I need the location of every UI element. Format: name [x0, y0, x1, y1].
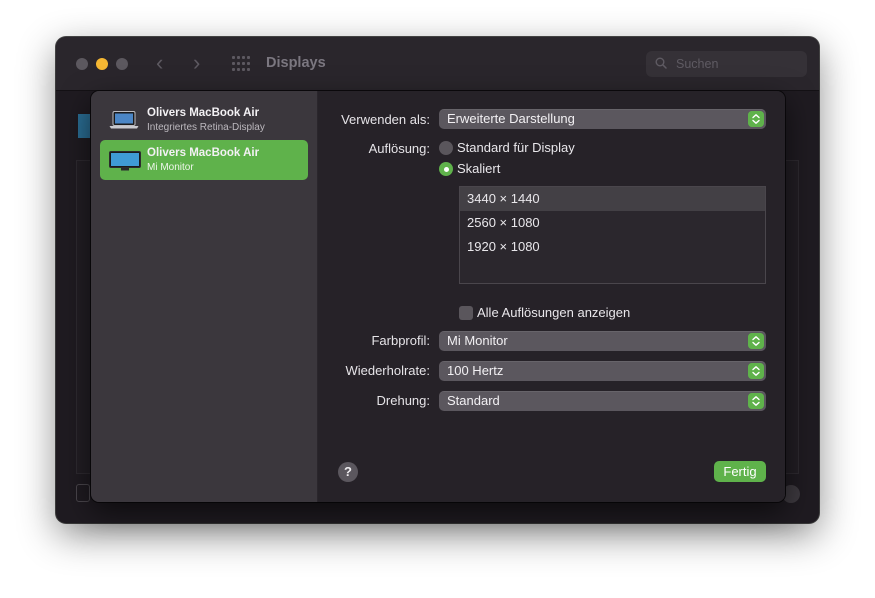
refresh-rate-value: 100 Hertz — [447, 363, 504, 378]
window-title: Displays — [266, 55, 326, 71]
radio-default-for-display-label: Standard für Display — [457, 140, 575, 155]
use-as-value: Erweiterte Darstellung — [447, 111, 575, 126]
help-button[interactable]: ? — [338, 462, 358, 482]
background-display-thumbnail — [78, 114, 90, 138]
chevron-up-down-icon — [748, 333, 764, 349]
title-bar: ‹ › Displays Suchen — [56, 37, 819, 91]
refresh-rate-label: Wiederholrate: — [345, 363, 430, 378]
display-subtitle: Mi Monitor — [147, 162, 194, 173]
resolution-label: Auflösung: — [368, 141, 430, 156]
display-name: Olivers MacBook Air — [147, 147, 260, 159]
resolution-list[interactable]: 3440 × 1440 2560 × 1080 1920 × 1080 — [459, 186, 766, 284]
chevron-up-down-icon — [748, 363, 764, 379]
minimize-window-button[interactable] — [96, 58, 108, 70]
zoom-window-button[interactable] — [116, 58, 128, 70]
display-settings-panel: Verwenden als: Erweiterte Darstellung Au… — [318, 91, 785, 502]
color-profile-label: Farbprofil: — [371, 333, 430, 348]
display-name: Olivers MacBook Air — [147, 107, 260, 119]
chevron-up-down-icon — [748, 111, 764, 127]
monitor-icon — [109, 151, 141, 171]
rotation-popup[interactable]: Standard — [439, 391, 766, 411]
list-item[interactable]: 3440 × 1440 — [460, 187, 765, 211]
list-item[interactable]: 1920 × 1080 — [460, 235, 765, 259]
show-all-resolutions-label: Alle Auflösungen anzeigen — [477, 305, 631, 320]
show-all-resolutions-checkbox[interactable] — [459, 306, 473, 320]
use-as-label: Verwenden als: — [341, 112, 430, 127]
done-button[interactable]: Fertig — [714, 461, 766, 482]
chevron-left-icon[interactable]: ‹ — [156, 51, 163, 75]
chevron-up-down-icon — [748, 393, 764, 409]
display-sidebar: Olivers MacBook Air Integriertes Retina-… — [91, 91, 318, 502]
radio-default-for-display[interactable] — [439, 141, 453, 155]
rotation-value: Standard — [447, 393, 500, 408]
close-window-button[interactable] — [76, 58, 88, 70]
color-profile-value: Mi Monitor — [447, 333, 508, 348]
list-item[interactable]: 2560 × 1080 — [460, 211, 765, 235]
sidebar-item-builtin-display[interactable]: Olivers MacBook Air Integriertes Retina-… — [100, 100, 308, 140]
background-button — [76, 484, 90, 502]
search-icon — [655, 57, 667, 69]
use-as-popup[interactable]: Erweiterte Darstellung — [439, 109, 766, 129]
radio-scaled-label: Skaliert — [457, 161, 501, 176]
grid-icon[interactable] — [232, 56, 250, 72]
display-settings-sheet: Olivers MacBook Air Integriertes Retina-… — [91, 91, 785, 502]
sidebar-item-mi-monitor[interactable]: Olivers MacBook Air Mi Monitor — [100, 140, 308, 180]
search-placeholder: Suchen — [676, 57, 719, 71]
radio-scaled[interactable] — [439, 162, 453, 176]
refresh-rate-popup[interactable]: 100 Hertz — [439, 361, 766, 381]
search-input[interactable]: Suchen — [646, 51, 807, 77]
chevron-right-icon[interactable]: › — [193, 51, 200, 75]
display-subtitle: Integriertes Retina-Display — [147, 122, 265, 133]
rotation-label: Drehung: — [376, 393, 430, 408]
laptop-icon — [109, 111, 139, 129]
color-profile-popup[interactable]: Mi Monitor — [439, 331, 766, 351]
